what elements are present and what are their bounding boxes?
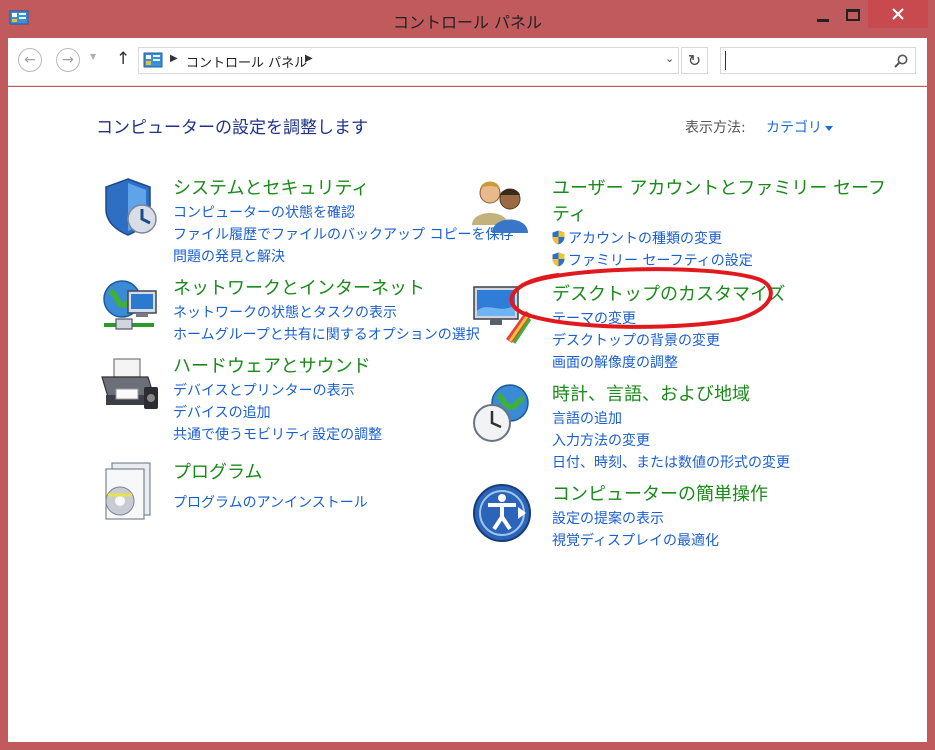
link-get-recommendations[interactable]: 設定の提案の表示 [552, 508, 664, 528]
hardware-sound-title[interactable]: ハードウェアとサウンド [173, 352, 371, 378]
link-change-theme[interactable]: テーマの変更 [552, 308, 636, 328]
link-change-date-time-number-format[interactable]: 日付、時刻、または数値の形式の変更 [552, 452, 790, 472]
view-by-value: カテゴリ [766, 120, 822, 136]
control-panel-icon [143, 52, 163, 68]
category-clock-language-region: 時計、言語、および地域 言語の追加 入力方法の変更 日付、時刻、または数値の形式… [470, 381, 890, 471]
link-network-status-tasks[interactable]: ネットワークの状態とタスクの表示 [173, 302, 397, 322]
link-check-computer-status[interactable]: コンピューターの状態を確認 [173, 202, 355, 222]
link-uninstall-program[interactable]: プログラムのアンインストール [173, 492, 368, 512]
link-homegroup-sharing[interactable]: ホームグループと共有に関するオプションの選択 [173, 324, 480, 344]
category-ease-of-access: コンピューターの簡単操作 設定の提案の表示 視覚ディスプレイの最適化 [470, 481, 890, 551]
arrow-up-icon: ↑ [116, 49, 131, 69]
category-appearance: デスクトップのカスタマイズ テーマの変更 デスクトップの背景の変更 画面の解像度… [470, 281, 890, 371]
link-devices-printers[interactable]: デバイスとプリンターの表示 [173, 380, 355, 400]
close-icon [892, 8, 904, 20]
search-box[interactable] [720, 47, 916, 74]
breadcrumb-chevron-icon[interactable]: ▶ [170, 53, 178, 64]
forward-button[interactable]: → [56, 48, 80, 72]
uac-shield-icon [552, 252, 565, 267]
programs-icon[interactable] [98, 459, 162, 523]
recent-locations-dropdown[interactable]: ▼ [90, 52, 96, 61]
link-add-device[interactable]: デバイスの追加 [173, 402, 271, 422]
view-by-dropdown[interactable]: カテゴリ [766, 117, 833, 137]
uac-shield-icon [552, 230, 565, 245]
link-add-language[interactable]: 言語の追加 [552, 408, 622, 428]
link-find-fix-problems[interactable]: 問題の発見と解決 [173, 246, 285, 266]
link-file-history-backup[interactable]: ファイル履歴でファイルのバックアップ コピーを保存 [173, 224, 513, 244]
title-bar[interactable]: コントロール パネル [0, 0, 935, 38]
caret-down-icon [825, 125, 833, 131]
search-input[interactable] [725, 51, 885, 70]
up-button[interactable]: ↑ [116, 49, 130, 69]
breadcrumb-chevron-icon[interactable]: ▶ [305, 53, 313, 64]
main-content: コンピューターの設定を調整します 表示方法: カテゴリ システムとセキュリティ … [8, 87, 927, 742]
link-mobility-settings[interactable]: 共通で使うモビリティ設定の調整 [173, 424, 382, 444]
refresh-button[interactable]: ↻ [681, 47, 708, 74]
appearance-title[interactable]: デスクトップのカスタマイズ [552, 280, 785, 306]
minimize-button[interactable] [808, 2, 838, 28]
search-icon[interactable] [893, 53, 909, 69]
view-by-label: 表示方法: [685, 120, 746, 136]
chevron-down-icon[interactable]: ⌄ [665, 52, 674, 65]
shield-icon[interactable] [98, 175, 162, 239]
breadcrumb-control-panel[interactable]: コントロール パネル [186, 52, 307, 71]
maximize-button[interactable] [838, 2, 868, 28]
users-icon[interactable] [470, 175, 534, 239]
minimize-icon [817, 18, 829, 22]
link-family-safety[interactable]: ファミリー セーフティの設定 [552, 250, 753, 270]
arrow-left-icon: ← [24, 52, 36, 68]
navigation-bar: ← → ▼ ↑ ▶ コントロール パネル ▶ ⌄ ↻ [8, 38, 927, 86]
close-button[interactable] [868, 0, 928, 28]
desktop-personalize-icon[interactable] [470, 281, 534, 345]
link-adjust-screen-resolution[interactable]: 画面の解像度の調整 [552, 352, 678, 372]
link-change-account-type[interactable]: アカウントの種類の変更 [552, 228, 722, 248]
category-network-internet: ネットワークとインターネット ネットワークの状態とタスクの表示 ホームグループと… [98, 274, 480, 345]
link-optimize-visual-display[interactable]: 視覚ディスプレイの最適化 [552, 530, 719, 550]
control-panel-window: コントロール パネル ← → ▼ ↑ ▶ コントロール パネル ▶ ⌄ ↻ コン… [0, 0, 935, 750]
clock-globe-icon[interactable] [470, 381, 534, 445]
family-safety-label: ファミリー セーフティの設定 [568, 253, 753, 269]
user-accounts-title-line1[interactable]: ユーザー アカウントとファミリー セーフ [552, 174, 886, 200]
link-change-desktop-background[interactable]: デスクトップの背景の変更 [552, 330, 720, 350]
network-globe-icon[interactable] [98, 275, 162, 339]
network-internet-title[interactable]: ネットワークとインターネット [173, 274, 425, 300]
ease-of-access-icon[interactable] [470, 481, 534, 545]
change-account-type-label: アカウントの種類の変更 [568, 231, 722, 247]
category-hardware-sound: ハードウェアとサウンド デバイスとプリンターの表示 デバイスの追加 共通で使うモ… [98, 353, 458, 443]
link-change-input-method[interactable]: 入力方法の変更 [552, 430, 650, 450]
address-bar[interactable]: ▶ コントロール パネル ▶ ⌄ [138, 47, 679, 74]
printer-icon[interactable] [98, 353, 162, 417]
page-title: コンピューターの設定を調整します [96, 118, 368, 138]
arrow-right-icon: → [62, 52, 74, 68]
category-system-security: システムとセキュリティ コンピューターの状態を確認 ファイル履歴でファイルのバッ… [98, 174, 513, 266]
ease-of-access-title[interactable]: コンピューターの簡単操作 [552, 480, 768, 506]
category-programs: プログラム プログラムのアンインストール [98, 459, 458, 523]
system-security-title[interactable]: システムとセキュリティ [173, 174, 369, 200]
maximize-icon [846, 9, 860, 21]
programs-title[interactable]: プログラム [173, 458, 262, 484]
back-button[interactable]: ← [18, 48, 42, 72]
user-accounts-title-line2[interactable]: ティ [552, 200, 587, 226]
clock-language-region-title[interactable]: 時計、言語、および地域 [552, 380, 750, 406]
window-title: コントロール パネル [392, 13, 543, 32]
category-user-accounts: ユーザー アカウントとファミリー セーフ ティ アカウントの種類の変更 ファミリ… [470, 174, 890, 269]
refresh-icon: ↻ [687, 51, 702, 70]
